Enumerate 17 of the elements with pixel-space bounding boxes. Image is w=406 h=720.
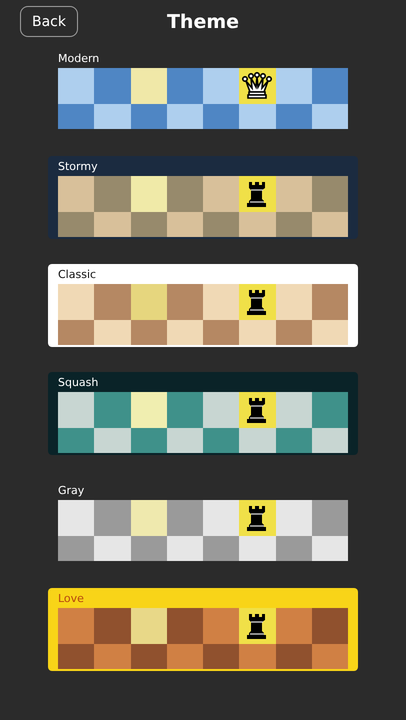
theme-name: Gray [58,484,86,499]
theme-name: Squash [58,376,100,391]
rook-icon [246,181,268,207]
theme-name: Classic [58,268,98,283]
rook-icon [246,289,268,315]
theme-name: Stormy [58,160,99,175]
theme-card[interactable]: Love [48,588,358,671]
theme-name: Modern [58,52,100,67]
back-button[interactable]: Back [20,6,78,37]
rook-icon [246,397,268,423]
screen-title: Theme [166,10,240,32]
theme-card[interactable]: Stormy [48,156,358,239]
theme-card[interactable]: Classic [48,264,358,347]
theme-card[interactable]: Squash [48,372,358,455]
rook-icon [246,613,268,639]
theme-name: Love [58,592,85,607]
rook-icon [246,505,268,531]
